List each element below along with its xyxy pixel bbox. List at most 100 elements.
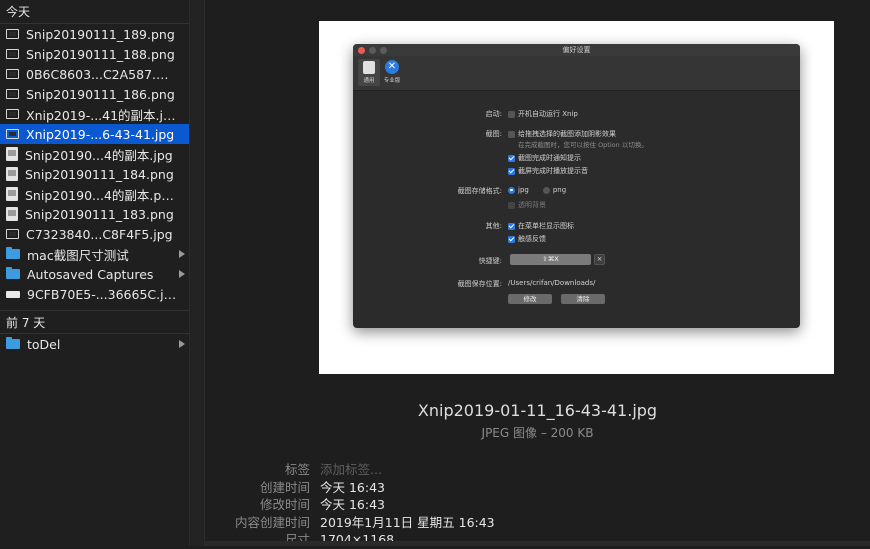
file-item[interactable]: Snip20190111_186.png xyxy=(0,84,189,104)
file-item[interactable]: 0B6C8603...C2A587.png xyxy=(0,64,189,84)
checkbox-checked-icon xyxy=(508,235,515,243)
file-item-label: Xnip2019-...6-43-41.jpg xyxy=(26,126,175,142)
haptic-option: 触感反馈 xyxy=(518,235,546,243)
startup-option: 开机自动运行 Xnip xyxy=(518,110,578,118)
checkbox-checked-icon xyxy=(508,154,515,162)
startup-label: 启动: xyxy=(485,110,502,118)
checkbox-checked-icon xyxy=(508,167,515,175)
file-item[interactable]: C7323840...C8F4F5.jpg xyxy=(0,224,189,244)
notify-row: 截图完成时通知提示 xyxy=(508,153,581,163)
metadata-row-modified: 修改时间 今天 16:43 xyxy=(205,496,495,514)
pro-icon xyxy=(385,60,399,74)
section-header-prev7: 前 7 天 xyxy=(0,310,189,334)
metadata-row-content-created: 内容创建时间 2019年1月11日 星期五 16:43 xyxy=(205,514,495,532)
haptic-row: 触感反馈 xyxy=(508,234,546,244)
file-item-label: 9CFB70E5-...36665C.jpg xyxy=(27,286,177,302)
format-row: jpg png xyxy=(508,186,566,194)
minimize-dot-icon xyxy=(369,47,376,54)
tab-pro: 专业版 xyxy=(381,59,403,84)
folder-item-label: mac截图尺寸测试 xyxy=(27,247,129,263)
metadata-key: 创建时间 xyxy=(259,479,310,495)
tab-pro-label: 专业版 xyxy=(383,78,401,84)
screenshot-icon xyxy=(6,29,19,39)
metadata-row-tags: 标签 添加标签... xyxy=(205,461,495,479)
file-item[interactable]: Snip20190111_183.png xyxy=(0,204,189,224)
metadata-key: 标签 xyxy=(284,462,310,477)
preferences-window-screenshot: 偏好设置 通用 专业版 启动: 开机自动运行 Xnip xyxy=(353,44,800,328)
format-png: png xyxy=(552,186,567,194)
capture-label: 截图: xyxy=(485,130,502,138)
save-location-label: 截图保存位置: xyxy=(457,280,502,288)
file-item[interactable]: 9CFB70E5-...36665C.jpg xyxy=(0,284,189,304)
notify-option: 截图完成时通知提示 xyxy=(518,154,581,162)
file-type: JPEG 图像 – 200 KB xyxy=(481,426,594,440)
file-list-column: 今天 Snip20190111_189.png Snip20190111_188… xyxy=(0,0,190,546)
folder-item[interactable]: toDel xyxy=(0,334,189,354)
radio-selected-icon xyxy=(508,186,515,194)
hotkey-field: ⇧⌘X xyxy=(510,254,591,265)
file-item[interactable]: Snip20190111_184.png xyxy=(0,164,189,184)
folder-icon xyxy=(6,267,20,279)
clear-button: 清除 xyxy=(561,294,605,304)
window-titlebar: 偏好设置 xyxy=(353,44,800,56)
add-tags-field[interactable]: 添加标签... xyxy=(320,461,382,479)
folder-item[interactable]: Autosaved Captures xyxy=(0,264,189,284)
checkbox-checked-icon xyxy=(508,222,515,230)
checkbox-icon xyxy=(508,130,515,138)
modify-button: 修改 xyxy=(508,294,552,304)
document-icon xyxy=(6,207,18,221)
chevron-right-icon xyxy=(179,340,185,348)
section-header-today: 今天 xyxy=(0,0,189,24)
file-item[interactable]: Snip20190...4的副本.png xyxy=(0,184,189,204)
file-item-selected[interactable]: Xnip2019-...6-43-41.jpg xyxy=(0,124,189,144)
document-icon xyxy=(6,187,18,201)
file-item-label: Snip20190...4的副本.png xyxy=(25,187,175,203)
format-jpg: jpg xyxy=(518,186,529,194)
screenshot-icon xyxy=(6,89,19,99)
sound-row: 截屏完成时播放提示音 xyxy=(508,166,588,176)
metadata-key: 内容创建时间 xyxy=(234,514,310,530)
screenshot-icon xyxy=(6,49,19,59)
file-name: Xnip2019-01-11_16-43-41.jpg xyxy=(417,401,658,420)
close-dot-icon xyxy=(358,47,365,54)
tab-general: 通用 xyxy=(358,59,380,86)
folder-item[interactable]: mac截图尺寸测试 xyxy=(0,244,189,264)
column-divider[interactable] xyxy=(190,0,205,546)
metadata-value: 今天 16:43 xyxy=(320,479,385,495)
horizontal-scrollbar[interactable] xyxy=(205,541,870,546)
file-item-label: 0B6C8603...C2A587.png xyxy=(26,66,176,82)
file-item-label: Snip20190111_188.png xyxy=(26,46,175,62)
format-label: 截图存储格式: xyxy=(457,187,502,195)
screenshot-icon xyxy=(6,229,19,239)
file-item-label: Snip20190...4的副本.jpg xyxy=(25,147,173,163)
image-strip-icon xyxy=(6,290,20,298)
metadata-list: 标签 添加标签... 创建时间 今天 16:43 修改时间 今天 16:43 内… xyxy=(205,461,495,549)
file-item[interactable]: Snip20190111_189.png xyxy=(0,24,189,44)
hotkey-label: 快捷键: xyxy=(478,257,502,265)
chevron-right-icon xyxy=(179,270,185,278)
file-item-label: Snip20190111_189.png xyxy=(26,26,175,42)
zoom-dot-icon xyxy=(380,47,387,54)
chevron-right-icon xyxy=(179,250,185,258)
hotkey-clear-icon: × xyxy=(594,254,605,265)
checkbox-icon xyxy=(508,110,515,118)
document-icon xyxy=(6,147,18,161)
transparent-row: 透明背景 xyxy=(508,200,546,210)
metadata-key: 修改时间 xyxy=(259,497,310,512)
shadow-option: 给拖拽选择的截图添加阴影效果 xyxy=(518,130,616,138)
folder-icon xyxy=(6,247,20,259)
file-item[interactable]: Snip20190111_188.png xyxy=(0,44,189,64)
file-item[interactable]: Xnip2019-...41的副本.jpg xyxy=(0,104,189,124)
file-item[interactable]: Snip20190...4的副本.jpg xyxy=(0,144,189,164)
menubar-option: 在菜单栏显示图标 xyxy=(518,222,574,230)
metadata-value: 今天 16:43 xyxy=(320,497,385,512)
window-title: 偏好设置 xyxy=(562,46,591,54)
save-path: /Users/crifan/Downloads/ xyxy=(508,279,596,287)
metadata-value: 2019年1月11日 星期五 16:43 xyxy=(320,514,495,530)
shadow-row: 给拖拽选择的截图添加阴影效果 xyxy=(508,129,616,139)
radio-icon xyxy=(542,186,550,194)
sound-option: 截屏完成时播放提示音 xyxy=(518,167,588,175)
file-item-label: C7323840...C8F4F5.jpg xyxy=(26,226,173,242)
checkbox-disabled-icon xyxy=(508,201,515,209)
transparent-option: 透明背景 xyxy=(518,201,546,209)
